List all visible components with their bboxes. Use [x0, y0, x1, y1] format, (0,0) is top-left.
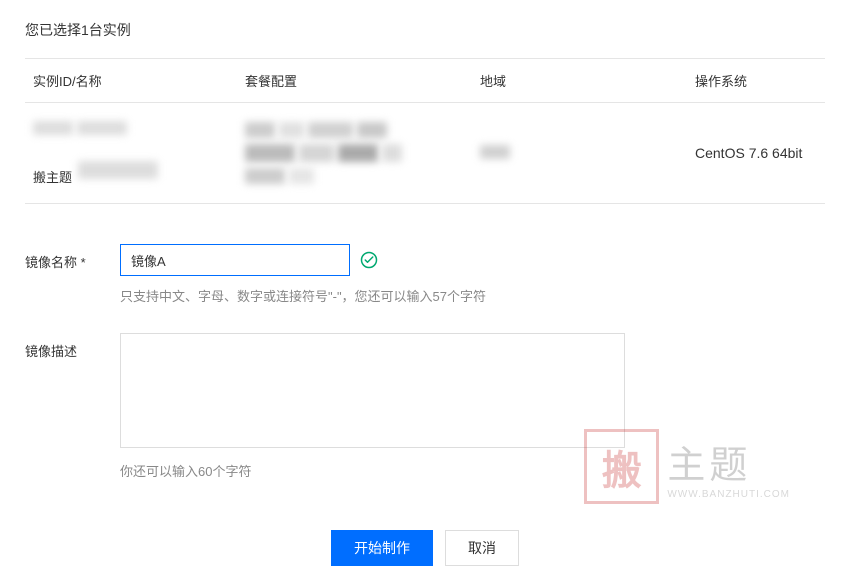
image-desc-textarea[interactable] [120, 333, 625, 448]
image-name-row: 镜像名称 * 只支持中文、字母、数字或连接符号"-"，您还可以输入57个字符 [25, 244, 825, 305]
instance-table: 实例ID/名称 套餐配置 地域 操作系统 搬主题 [25, 58, 825, 204]
header-region: 地域 [480, 71, 695, 90]
image-name-hint: 只支持中文、字母、数字或连接符号"-"，您还可以输入57个字符 [120, 286, 825, 305]
selection-header: 您已选择1台实例 [25, 20, 825, 40]
image-name-input[interactable] [120, 244, 350, 276]
watermark-url: WWW.BANZHUTI.COM [667, 489, 790, 500]
confirm-button[interactable]: 开始制作 [331, 530, 433, 566]
cell-instance-id: 搬主题 [25, 121, 245, 186]
cell-os: CentOS 7.6 64bit [695, 145, 825, 161]
footer-buttons: 开始制作 取消 [25, 530, 825, 566]
image-desc-label: 镜像描述 [25, 333, 120, 360]
check-circle-icon [360, 251, 378, 269]
header-os: 操作系统 [695, 71, 825, 90]
table-row: 搬主题 [25, 103, 825, 203]
cancel-button[interactable]: 取消 [445, 530, 519, 566]
cell-package [245, 122, 480, 184]
instance-label: 搬主题 [33, 167, 72, 186]
header-instance-id: 实例ID/名称 [25, 71, 245, 90]
image-desc-hint: 你还可以输入60个字符 [120, 461, 825, 480]
table-header: 实例ID/名称 套餐配置 地域 操作系统 [25, 59, 825, 103]
image-desc-row: 镜像描述 你还可以输入60个字符 [25, 333, 825, 480]
image-name-label: 镜像名称 * [25, 244, 120, 271]
header-package: 套餐配置 [245, 71, 480, 90]
cell-region [480, 145, 695, 162]
